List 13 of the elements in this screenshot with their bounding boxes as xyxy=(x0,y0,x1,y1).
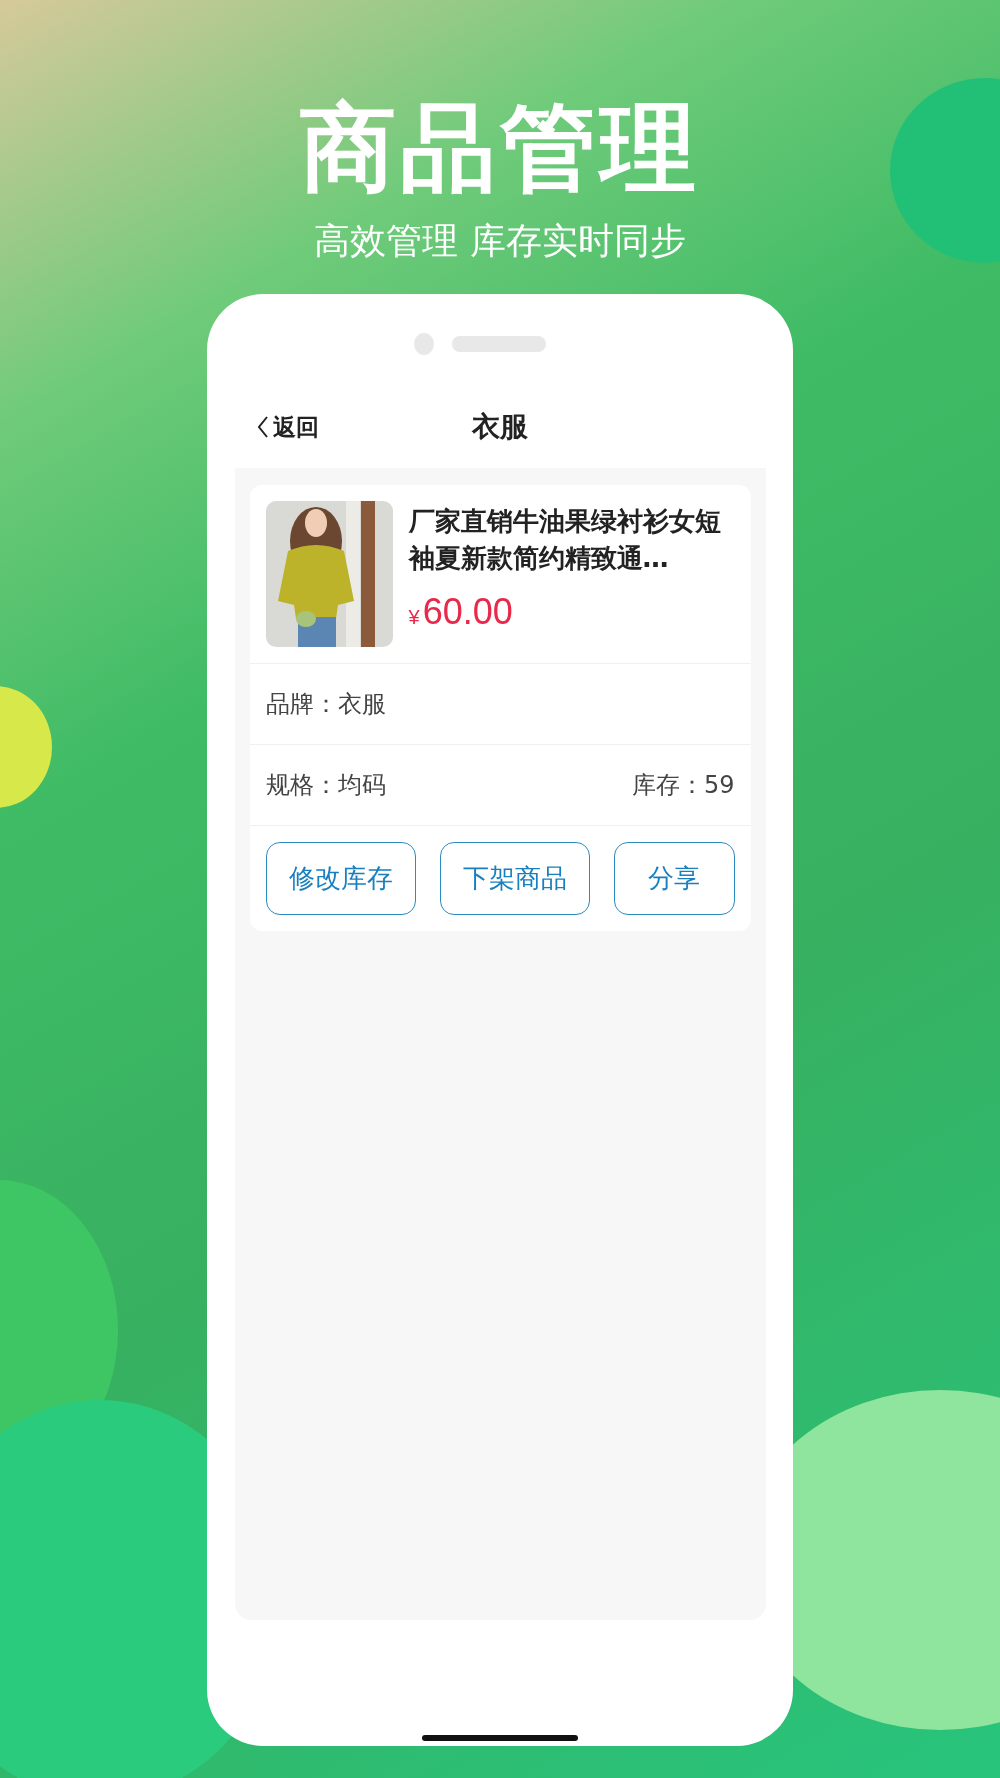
page-title: 衣服 xyxy=(472,409,528,445)
price: ¥60.00 xyxy=(408,591,514,633)
action-button[interactable]: 分享 xyxy=(613,842,735,915)
action-button[interactable]: 下架商品 xyxy=(439,842,590,915)
headline: 商品管理 xyxy=(300,92,700,204)
back-button[interactable]: 返回 xyxy=(257,411,319,443)
tagline: 高效管理 库存实时同步 xyxy=(314,219,686,263)
action-button[interactable]: 修改库存 xyxy=(265,842,416,915)
field-text: 规格：均码 xyxy=(265,770,386,801)
stock-text: 库存：59 xyxy=(631,770,735,801)
product-title: 厂家直销牛油果绿衬衫女短袖夏新款简约精致通… xyxy=(408,505,722,575)
field-text: 品牌：衣服 xyxy=(265,689,386,720)
back-icon xyxy=(257,414,269,440)
